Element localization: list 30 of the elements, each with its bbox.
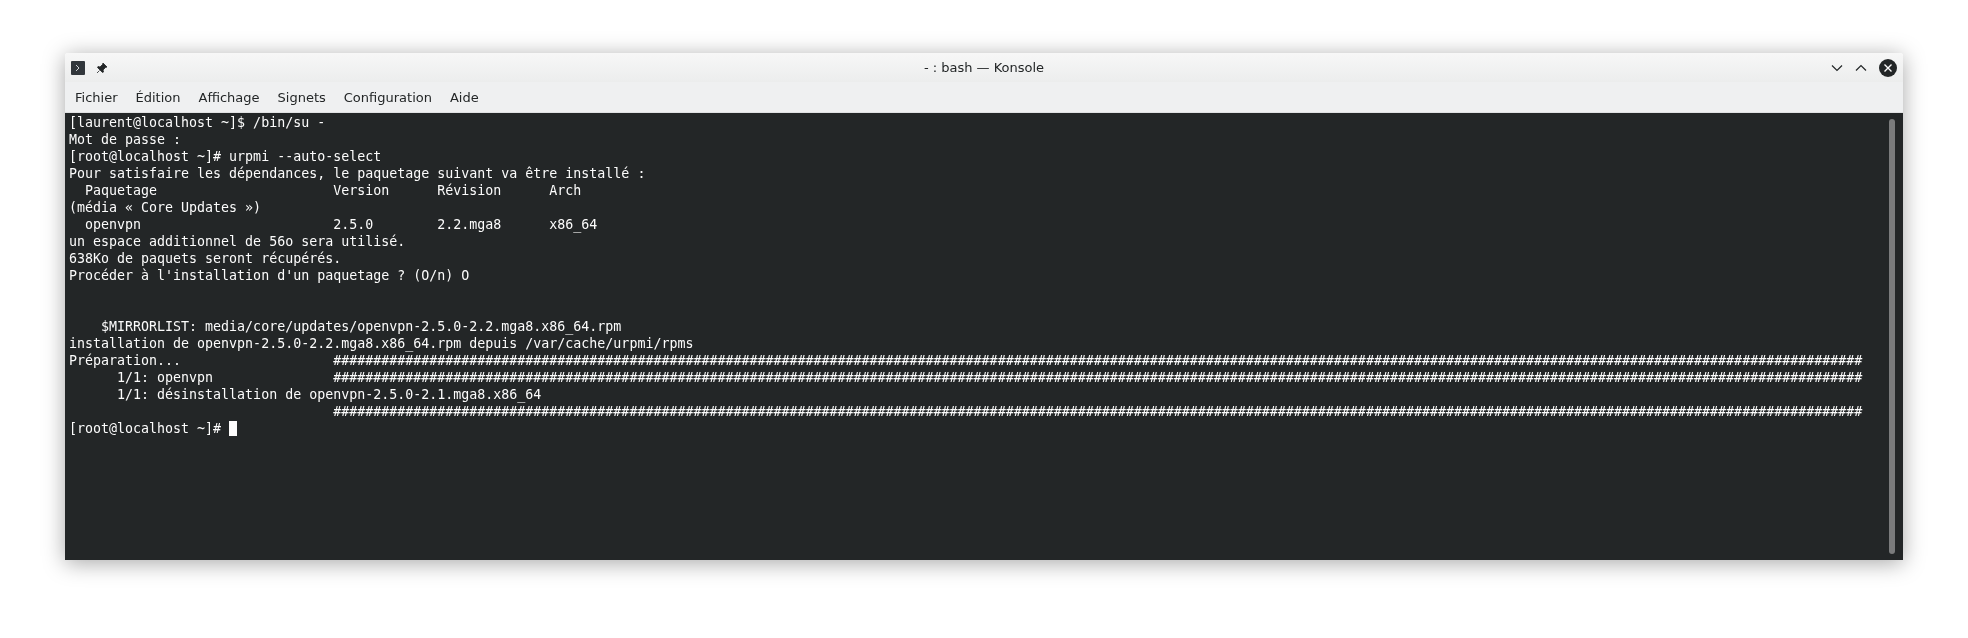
terminal-line: [laurent@localhost ~]$ /bin/su -: [69, 114, 326, 131]
terminal-line: Procéder à l'installation d'un paquetage ? (O/n) O: [69, 267, 470, 284]
terminal-line: [root@localhost ~]#: [69, 420, 223, 437]
terminal-line: 1/1: openvpn ###############################################################################################################################################################################################: [116, 369, 1863, 386]
terminal-line: Préparation... ###############################################################################################################################################################################################: [69, 352, 1863, 369]
terminal-line: Mot de passe :: [69, 131, 182, 148]
terminal-line: (média « Core Updates »): [69, 199, 262, 216]
pin-icon[interactable]: [96, 61, 108, 74]
menu-item[interactable]: Fichier: [75, 89, 129, 105]
menu-item[interactable]: Affichage: [198, 89, 271, 105]
terminal-line: Pour satisfaire les dépendances, le paquetage suivant va être installé :: [69, 165, 646, 182]
menu-item[interactable]: Aide: [449, 89, 490, 105]
terminal-line: openvpn 2.5.0 2.2.mga8 x86_64: [84, 216, 598, 233]
terminal-line: 638Ko de paquets seront récupérés.: [69, 250, 342, 267]
close-icon[interactable]: [1879, 58, 1897, 77]
menu-item[interactable]: Édition: [135, 89, 192, 105]
terminal-line: un espace additionnel de 56o sera utilisé.: [69, 233, 406, 250]
maximize-icon[interactable]: [1855, 63, 1867, 72]
terminal-line: $MIRRORLIST: media/core/updates/openvpn-2.5.0-2.2.mga8.x86_64.rpm: [100, 318, 622, 335]
terminal-line: installation de openvpn-2.5.0-2.2.mga8.x86_64.rpm depuis /var/cache/urpmi/rpms: [69, 335, 694, 352]
minimize-icon[interactable]: [1831, 63, 1843, 72]
terminal-line: ###############################################################################################################################################################################################: [332, 403, 1863, 420]
menu-item[interactable]: Signets: [277, 89, 337, 105]
menu-item[interactable]: Configuration: [343, 89, 443, 105]
scrollbar-thumb[interactable]: [1889, 119, 1895, 554]
terminal-icon[interactable]: [71, 60, 85, 75]
terminal-line: 1/1: désinstallation de openvpn-2.5.0-2.1.mga8.x86_64: [116, 386, 542, 403]
window-title: - : bash — Konsole: [923, 60, 1045, 75]
terminal-line: [root@localhost ~]# urpmi --auto-select: [69, 148, 382, 165]
terminal-line: Paquetage Version Révision Arch: [84, 182, 582, 199]
